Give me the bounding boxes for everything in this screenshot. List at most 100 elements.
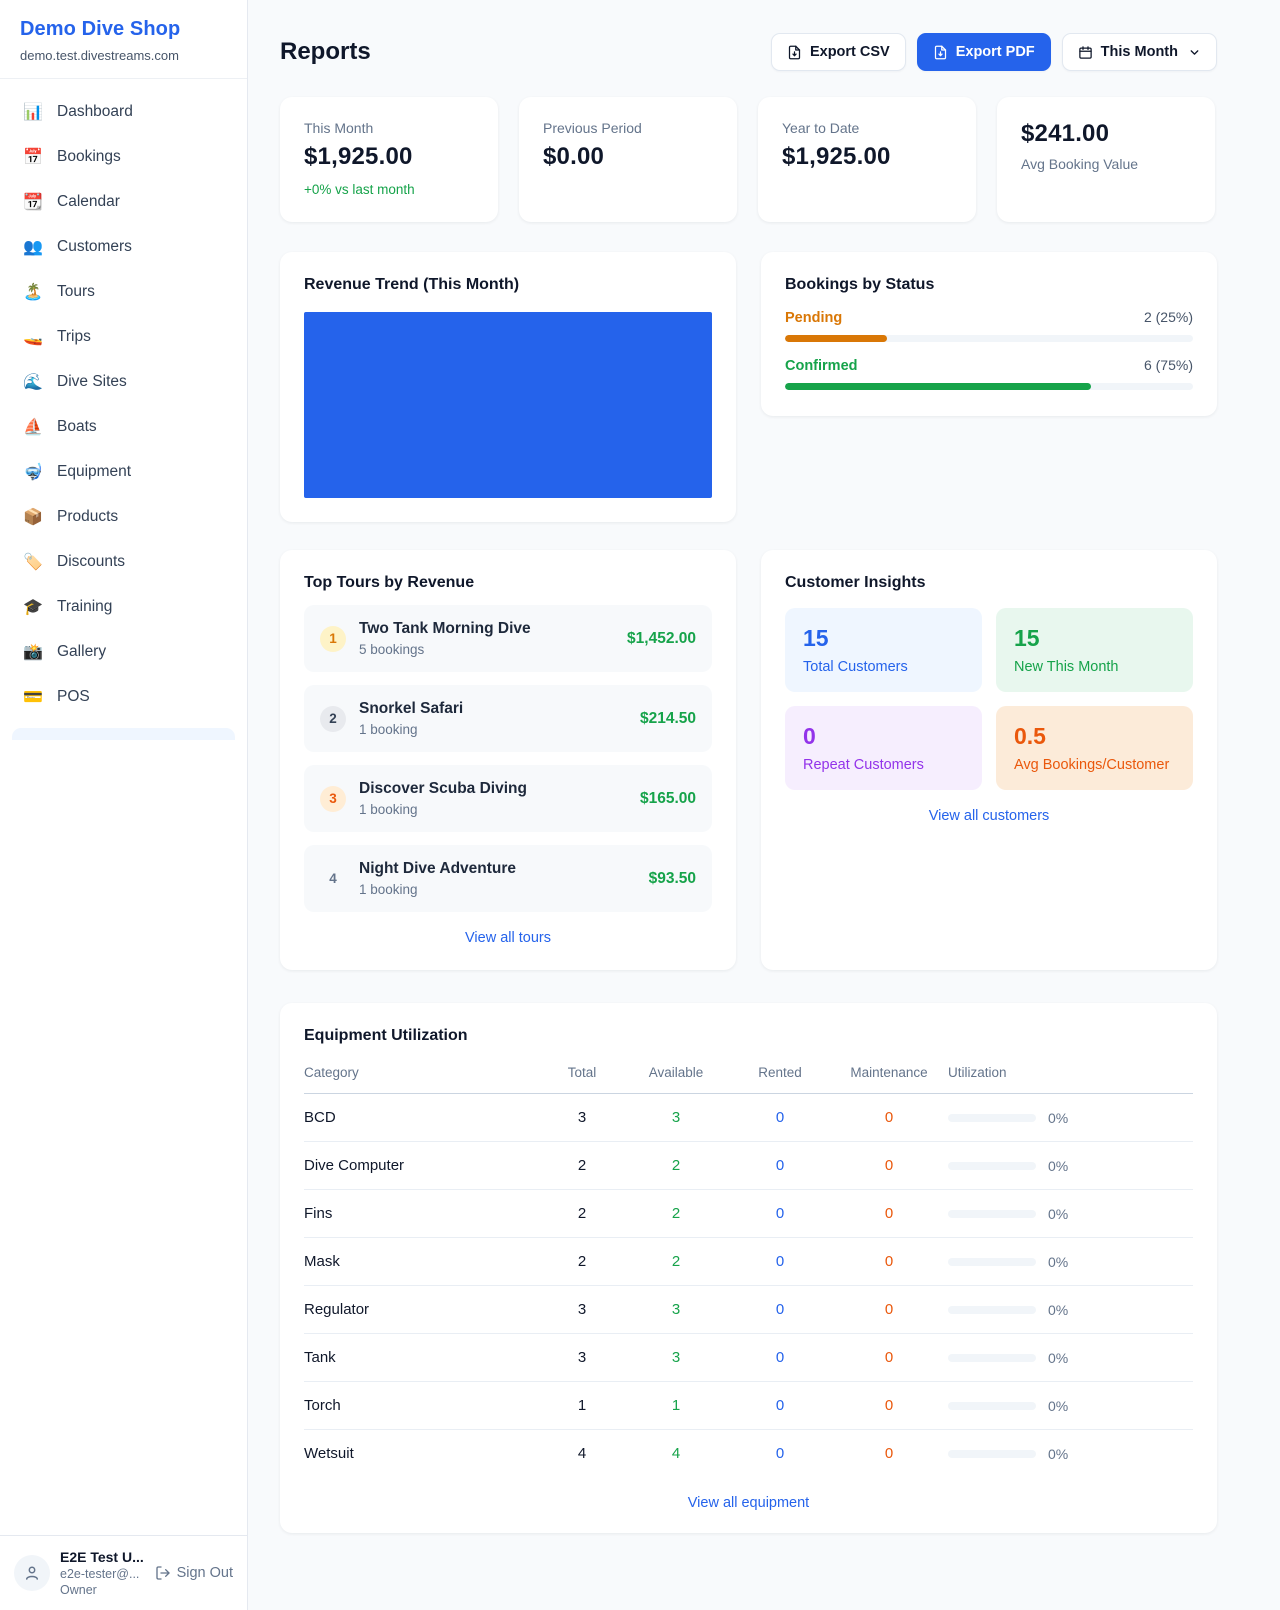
sidebar-item-customers[interactable]: 👥 Customers	[12, 228, 235, 266]
col-available: Available	[622, 1055, 730, 1094]
utilization-bar	[948, 1114, 1036, 1122]
cell-maintenance: 0	[830, 1382, 948, 1430]
cell-available: 2	[622, 1238, 730, 1286]
status-label: Confirmed	[785, 358, 858, 374]
cell-maintenance: 0	[830, 1430, 948, 1478]
cell-rented: 0	[730, 1238, 830, 1286]
view-all-equipment-link[interactable]: View all equipment	[304, 1495, 1193, 1511]
view-all-customers-link[interactable]: View all customers	[785, 808, 1193, 824]
view-all-tours-link[interactable]: View all tours	[304, 930, 712, 946]
cell-total: 1	[542, 1382, 622, 1430]
status-bar-fill	[785, 383, 1091, 390]
cell-category: Fins	[304, 1190, 542, 1238]
user-role: Owner	[60, 1583, 144, 1597]
training-icon: 🎓	[22, 597, 44, 617]
insight-label: Total Customers	[803, 659, 964, 675]
table-row: BCD 3 3 0 0 0%	[304, 1094, 1193, 1142]
export-pdf-label: Export PDF	[956, 44, 1035, 60]
sidebar-item-pos[interactable]: 💳 POS	[12, 678, 235, 716]
export-csv-button[interactable]: Export CSV	[771, 33, 906, 71]
insight-value: 0	[803, 723, 964, 750]
period-dropdown[interactable]: This Month	[1062, 33, 1217, 71]
sidebar-item-label: Products	[57, 508, 118, 526]
cell-rented: 0	[730, 1430, 830, 1478]
person-icon	[23, 1564, 41, 1582]
cell-available: 2	[622, 1142, 730, 1190]
tour-amount: $1,452.00	[627, 630, 696, 648]
sidebar-item-products[interactable]: 📦 Products	[12, 498, 235, 536]
sidebar-item-label: Customers	[57, 238, 132, 256]
cell-rented: 0	[730, 1382, 830, 1430]
table-row: Mask 2 2 0 0 0%	[304, 1238, 1193, 1286]
sidebar-item-equipment[interactable]: 🤿 Equipment	[12, 453, 235, 491]
rank-badge: 4	[320, 866, 346, 892]
table-header-row: Category Total Available Rented Maintena…	[304, 1055, 1193, 1094]
status-count: 6 (75%)	[1144, 357, 1193, 373]
discounts-icon: 🏷️	[22, 552, 44, 572]
sign-out-button[interactable]: Sign Out	[155, 1565, 233, 1581]
stat-label: This Month	[304, 120, 474, 136]
cell-maintenance: 0	[830, 1094, 948, 1142]
utilization-percent: 0%	[1048, 1206, 1068, 1222]
utilization-percent: 0%	[1048, 1302, 1068, 1318]
sidebar-item-discounts[interactable]: 🏷️ Discounts	[12, 543, 235, 581]
cell-total: 3	[542, 1286, 622, 1334]
tour-bookings: 1 booking	[359, 722, 463, 737]
insight-tile-total-customers: 15 Total Customers	[785, 608, 982, 692]
utilization-cell: 0%	[948, 1206, 1193, 1222]
utilization-cell: 0%	[948, 1446, 1193, 1462]
customers-icon: 👥	[22, 237, 44, 257]
sidebar-item-calendar[interactable]: 📆 Calendar	[12, 183, 235, 221]
gallery-icon: 📸	[22, 642, 44, 662]
insight-tile-avg-bookings: 0.5 Avg Bookings/Customer	[996, 706, 1193, 790]
table-row: Wetsuit 4 4 0 0 0%	[304, 1430, 1193, 1478]
sidebar-item-active-partial[interactable]	[12, 728, 235, 740]
pos-icon: 💳	[22, 687, 44, 707]
sidebar-item-bookings[interactable]: 📅 Bookings	[12, 138, 235, 176]
boats-icon: ⛵	[22, 417, 44, 437]
col-category: Category	[304, 1055, 542, 1094]
col-rented: Rented	[730, 1055, 830, 1094]
sidebar-item-dashboard[interactable]: 📊 Dashboard	[12, 93, 235, 131]
utilization-bar	[948, 1162, 1036, 1170]
stat-cards: This Month $1,925.00 +0% vs last month P…	[280, 97, 1233, 222]
stat-card-avg-booking-value: $241.00 Avg Booking Value	[997, 97, 1215, 222]
tour-bookings: 1 booking	[359, 802, 527, 817]
status-row-confirmed: Confirmed 6 (75%)	[785, 357, 1193, 390]
utilization-bar	[948, 1402, 1036, 1410]
table-row: Tank 3 3 0 0 0%	[304, 1334, 1193, 1382]
rank-badge: 3	[320, 786, 346, 812]
cell-maintenance: 0	[830, 1334, 948, 1382]
sidebar-item-boats[interactable]: ⛵ Boats	[12, 408, 235, 446]
products-icon: 📦	[22, 507, 44, 527]
sidebar-item-gallery[interactable]: 📸 Gallery	[12, 633, 235, 671]
shop-name: Demo Dive Shop	[20, 18, 227, 41]
avatar	[14, 1555, 50, 1591]
tour-amount: $214.50	[640, 710, 696, 728]
status-row-pending: Pending 2 (25%)	[785, 309, 1193, 342]
revenue-trend-chart	[304, 312, 712, 498]
sidebar-item-label: Gallery	[57, 643, 106, 661]
tour-name: Night Dive Adventure	[359, 860, 516, 878]
utilization-percent: 0%	[1048, 1446, 1068, 1462]
tour-bookings: 1 booking	[359, 882, 516, 897]
status-bar-track	[785, 335, 1193, 342]
revenue-trend-card: Revenue Trend (This Month)	[280, 252, 736, 522]
sidebar-item-label: Bookings	[57, 148, 121, 166]
sidebar-item-trips[interactable]: 🚤 Trips	[12, 318, 235, 356]
sidebar-item-tours[interactable]: 🏝️ Tours	[12, 273, 235, 311]
sidebar-item-training[interactable]: 🎓 Training	[12, 588, 235, 626]
status-count: 2 (25%)	[1144, 309, 1193, 325]
table-row: Dive Computer 2 2 0 0 0%	[304, 1142, 1193, 1190]
cell-total: 2	[542, 1142, 622, 1190]
sidebar-user-section: E2E Test U... e2e-tester@... Owner Sign …	[0, 1535, 247, 1610]
sidebar-item-dive-sites[interactable]: 🌊 Dive Sites	[12, 363, 235, 401]
utilization-percent: 0%	[1048, 1398, 1068, 1414]
equipment-utilization-title: Equipment Utilization	[304, 1027, 1193, 1045]
sign-out-label: Sign Out	[177, 1565, 233, 1581]
export-pdf-button[interactable]: Export PDF	[917, 33, 1051, 71]
revenue-trend-title: Revenue Trend (This Month)	[304, 276, 712, 294]
cell-available: 2	[622, 1190, 730, 1238]
utilization-cell: 0%	[948, 1350, 1193, 1366]
stat-label: Avg Booking Value	[1021, 156, 1191, 172]
